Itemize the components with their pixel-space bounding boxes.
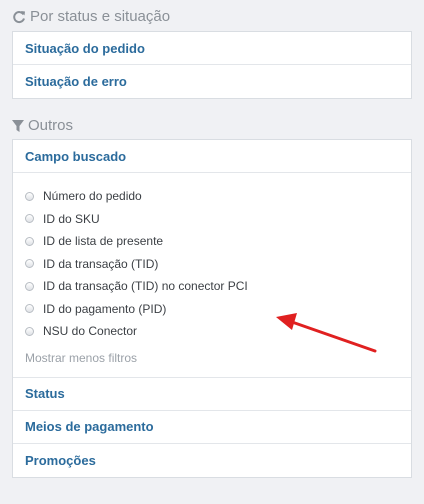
option-id-transacao[interactable]: ID da transação (TID) xyxy=(25,253,411,276)
others-section-title: Outros xyxy=(28,117,74,134)
status-section-header: Por status e situação xyxy=(12,8,170,25)
option-label: ID da transação (TID) xyxy=(43,256,159,271)
radio-button[interactable] xyxy=(25,304,34,314)
radio-button[interactable] xyxy=(25,326,34,336)
option-label: NSU do Conector xyxy=(43,324,138,339)
option-label: ID do SKU xyxy=(43,211,100,226)
radio-button[interactable] xyxy=(25,214,34,224)
option-id-sku[interactable]: ID do SKU xyxy=(25,208,411,231)
refresh-icon xyxy=(13,10,25,23)
filter-promocoes[interactable]: Promoções xyxy=(13,444,411,477)
option-id-lista-presente[interactable]: ID de lista de presente xyxy=(25,230,411,253)
option-label: ID da transação (TID) no conector PCI xyxy=(43,279,248,294)
filter-situacao-pedido[interactable]: Situação do pedido xyxy=(13,32,411,65)
radio-button[interactable] xyxy=(25,236,34,246)
option-label: Número do pedido xyxy=(43,189,142,204)
show-less-filters-link[interactable]: Mostrar menos filtros xyxy=(25,347,411,369)
option-label: ID de lista de presente xyxy=(43,234,164,249)
radio-button[interactable] xyxy=(25,281,34,291)
search-field-options: Número do pedido ID do SKU ID de lista d… xyxy=(13,173,411,378)
radio-button[interactable] xyxy=(25,259,34,269)
others-section-header: Outros xyxy=(12,117,73,134)
others-panel: Campo buscado Número do pedido ID do SKU… xyxy=(12,139,412,478)
option-nsu-conector[interactable]: NSU do Conector xyxy=(25,320,411,343)
filter-status[interactable]: Status xyxy=(13,378,411,411)
option-numero-pedido[interactable]: Número do pedido xyxy=(25,185,411,208)
option-id-pagamento[interactable]: ID do pagamento (PID) xyxy=(25,298,411,321)
option-label: ID do pagamento (PID) xyxy=(43,301,167,316)
status-panel: Situação do pedido Situação de erro xyxy=(12,31,412,99)
option-id-transacao-pci[interactable]: ID da transação (TID) no conector PCI xyxy=(25,275,411,298)
filter-situacao-erro[interactable]: Situação de erro xyxy=(13,65,411,98)
filter-meios-pagamento[interactable]: Meios de pagamento xyxy=(13,411,411,444)
radio-button[interactable] xyxy=(25,191,34,201)
filter-icon xyxy=(12,119,24,132)
filter-campo-buscado[interactable]: Campo buscado xyxy=(13,140,411,173)
status-section-title: Por status e situação xyxy=(30,8,171,25)
